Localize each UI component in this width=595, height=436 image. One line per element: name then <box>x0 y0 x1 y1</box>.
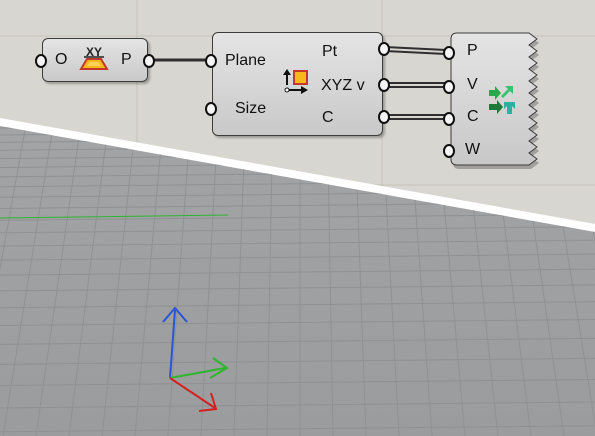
grasshopper-canvas[interactable]: O XY P Plane Size Pt XYZ v C P V C W <box>0 0 595 436</box>
grid-line <box>0 126 595 129</box>
rhino-viewport[interactable] <box>0 0 595 436</box>
